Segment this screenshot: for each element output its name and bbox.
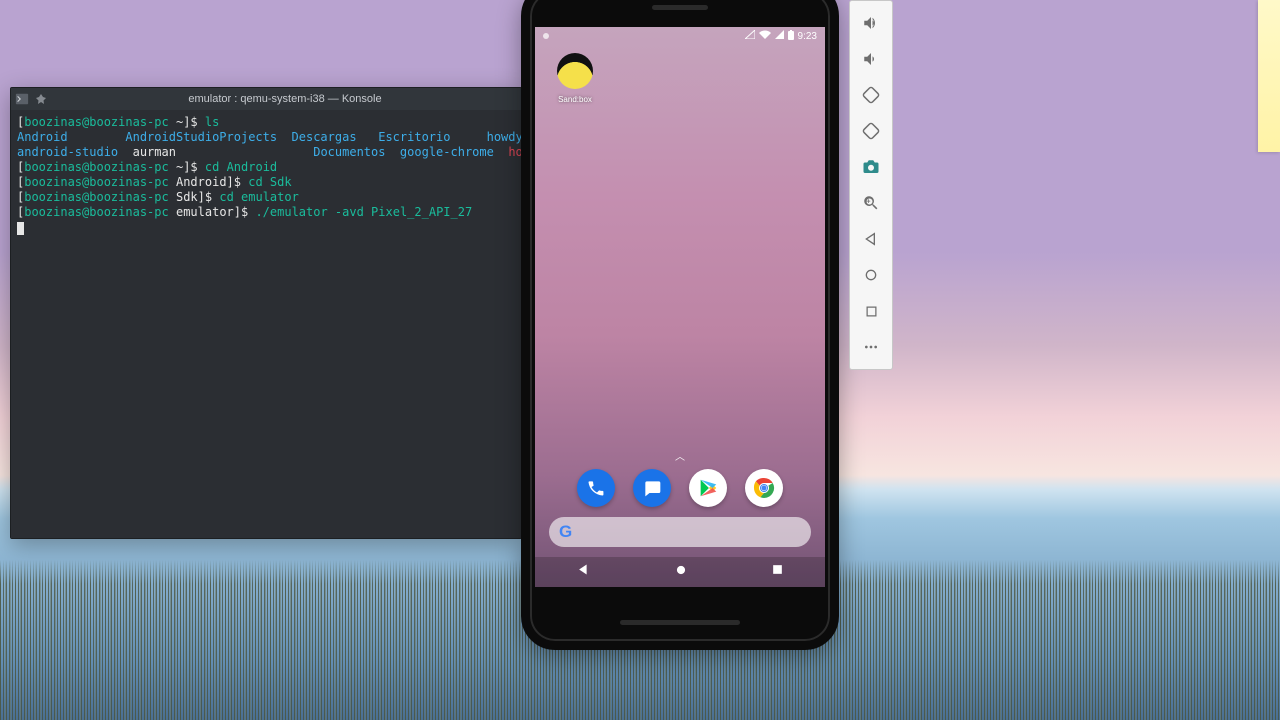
- cell-signal-icon: [775, 30, 784, 42]
- volume-down-icon[interactable]: [855, 43, 887, 75]
- terminal-output[interactable]: [boozinas@boozinas-pc ~]$ ls Android And…: [11, 110, 521, 538]
- pin-icon[interactable]: [35, 93, 47, 105]
- clock-time: 9:23: [798, 31, 817, 42]
- dock-app-messages[interactable]: [633, 469, 671, 507]
- volume-up-icon[interactable]: [855, 7, 887, 39]
- dock-app-phone[interactable]: [577, 469, 615, 507]
- rotate-left-icon[interactable]: [855, 79, 887, 111]
- battery-icon: [788, 30, 794, 43]
- android-navbar: [535, 557, 825, 587]
- more-icon[interactable]: [855, 331, 887, 363]
- terminal-icon: [15, 92, 29, 106]
- phone-speaker: [652, 5, 708, 10]
- homescreen-app[interactable]: Sand:box: [547, 53, 603, 104]
- status-bar[interactable]: 9:23: [535, 27, 825, 45]
- rotate-right-icon[interactable]: [855, 115, 887, 147]
- konsole-titlebar[interactable]: emulator : qemu-system-i38 — Konsole: [11, 88, 521, 110]
- status-indicator-icon: [543, 33, 549, 39]
- nav-back-button[interactable]: [576, 562, 591, 582]
- konsole-title: emulator : qemu-system-i38 — Konsole: [188, 93, 381, 105]
- app-icon: [557, 53, 593, 89]
- back-icon[interactable]: [855, 223, 887, 255]
- screenshot-icon[interactable]: [855, 151, 887, 183]
- overview-icon[interactable]: [855, 295, 887, 327]
- app-label: Sand:box: [558, 95, 592, 104]
- emulator-toolbar: [849, 0, 893, 370]
- signal-empty-icon: [745, 30, 755, 42]
- zoom-icon[interactable]: [855, 187, 887, 219]
- terminal-cursor: [17, 222, 24, 235]
- google-logo-icon: G: [559, 522, 572, 542]
- dock-app-play-store[interactable]: [689, 469, 727, 507]
- nav-home-button[interactable]: [674, 563, 688, 582]
- home-icon[interactable]: [855, 259, 887, 291]
- google-search-bar[interactable]: G: [549, 517, 811, 547]
- app-drawer-handle[interactable]: ︿: [535, 448, 825, 463]
- konsole-window[interactable]: emulator : qemu-system-i38 — Konsole [bo…: [10, 87, 522, 539]
- nav-overview-button[interactable]: [771, 563, 784, 581]
- dock-app-chrome[interactable]: [745, 469, 783, 507]
- sticky-note: [1258, 0, 1280, 152]
- android-screen[interactable]: 9:23 Sand:box ︿: [535, 27, 825, 587]
- android-emulator[interactable]: 9:23 Sand:box ︿: [521, 0, 839, 650]
- dock: [535, 469, 825, 507]
- wifi-icon: [759, 30, 771, 42]
- phone-chin: [620, 620, 740, 625]
